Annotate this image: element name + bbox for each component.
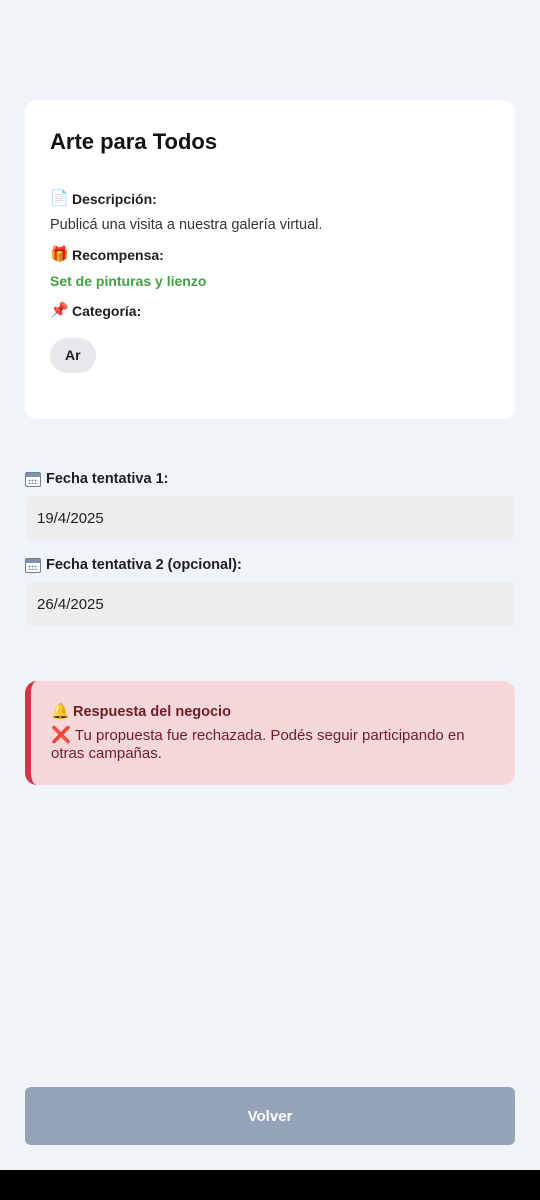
date1-input[interactable] [25, 496, 515, 540]
system-navigation-bar [0, 1170, 540, 1200]
reward-text: Set de pinturas y lienzo [50, 273, 207, 289]
document-icon: 📄 [50, 190, 69, 207]
bell-icon: 🔔 [51, 703, 70, 720]
reward-label: Recompensa: [72, 247, 164, 263]
alert-message: Tu propuesta fue rechazada. Podés seguir… [51, 727, 465, 762]
cross-mark-icon: ❌ [51, 727, 71, 744]
date2-label: Fecha tentativa 2 (opcional): [46, 557, 242, 573]
date1-label-row: Fecha tentativa 1: [25, 471, 169, 487]
alert-title-row: 🔔 Respuesta del negocio [51, 703, 495, 721]
category-label: Categoría: [72, 303, 142, 319]
gift-icon: 🎁 [50, 246, 69, 263]
category-label-row: 📌 Categoría: [50, 302, 490, 320]
description-label-row: 📄 Descripción: [50, 190, 490, 208]
campaign-title: Arte para Todos [50, 129, 218, 154]
alert-title: Respuesta del negocio [73, 704, 231, 720]
date2-label-row: Fecha tentativa 2 (opcional): [25, 557, 242, 573]
reward-label-row: 🎁 Recompensa: [50, 246, 490, 264]
date2-input[interactable] [25, 582, 515, 626]
alert-message-row: ❌ Tu propuesta fue rechazada. Podés segui… [51, 727, 495, 763]
date1-label: Fecha tentativa 1: [46, 471, 169, 487]
category-chip: Ar [50, 338, 96, 373]
description-text: Publicá una visita a nuestra galería vir… [50, 217, 323, 233]
back-button[interactable]: Volver [25, 1087, 515, 1145]
pushpin-icon: 📌 [50, 302, 69, 319]
campaign-card: Arte para Todos 📄 Descripción: Publicá u… [25, 100, 515, 419]
screen: Arte para Todos 📄 Descripción: Publicá u… [0, 0, 540, 1200]
calendar-icon [25, 471, 41, 487]
business-response-alert: 🔔 Respuesta del negocio ❌ Tu propuesta fu… [25, 681, 515, 785]
description-label: Descripción: [72, 191, 157, 207]
calendar-icon [25, 557, 41, 573]
